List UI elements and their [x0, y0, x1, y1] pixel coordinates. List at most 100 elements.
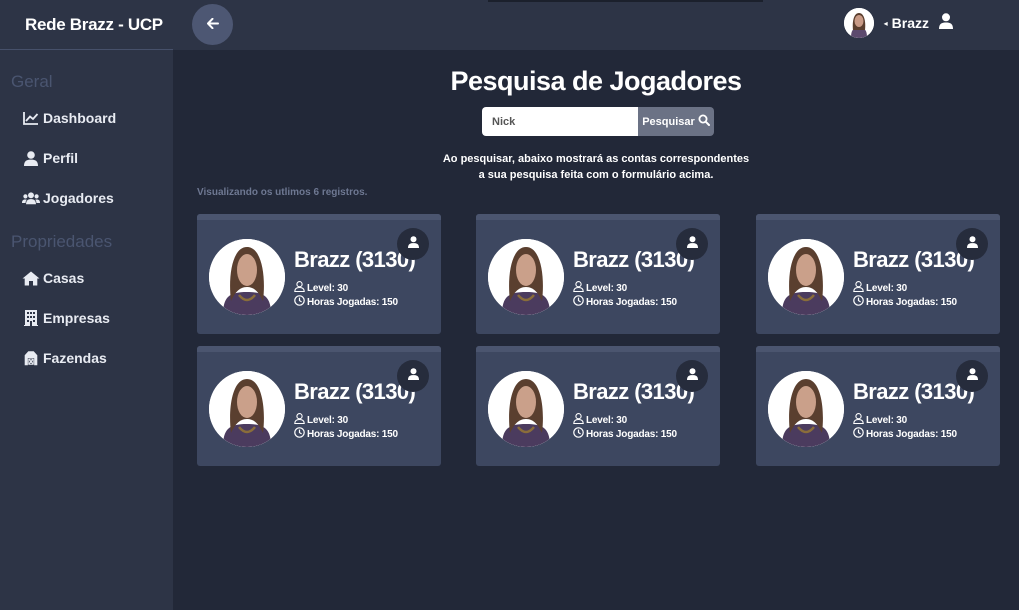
player-hours: Horas Jogadas: 150: [573, 295, 677, 309]
view-profile-button[interactable]: [956, 360, 988, 392]
player-name: Brazz (3130): [853, 379, 975, 404]
user-level-icon: [573, 281, 584, 295]
search-button-label: Pesquisar: [642, 115, 695, 128]
player-hours: Horas Jogadas: 150: [294, 295, 398, 309]
clock-icon: [853, 427, 864, 441]
view-profile-button[interactable]: [676, 360, 708, 392]
topbar: ◂ Brazz: [173, 0, 1019, 50]
clock-icon: [294, 427, 305, 441]
search-help-text: Ao pesquisar, abaixo mostrará as contas …: [173, 151, 1019, 183]
clock-icon: [573, 295, 584, 309]
player-hours: Horas Jogadas: 150: [573, 427, 677, 441]
chart-line-icon: [22, 110, 40, 126]
avatar: [843, 8, 874, 38]
card-header-strip: [476, 346, 720, 352]
barn-icon: [22, 350, 40, 366]
house-icon: [22, 270, 40, 286]
view-profile-button[interactable]: [676, 228, 708, 260]
sidebar-item-label: Fazendas: [43, 350, 107, 366]
search-icon: [698, 114, 710, 129]
user-level-icon: [294, 413, 305, 427]
sidebar-item-dashboard[interactable]: Dashboard: [0, 98, 173, 138]
player-level-text: Level: 30: [586, 414, 628, 426]
view-profile-button[interactable]: [397, 228, 429, 260]
sidebar-item-label: Casas: [43, 270, 85, 286]
player-level: Level: 30: [853, 413, 907, 427]
player-card: Brazz (3130) Level: 30 Horas Jogadas: 150: [197, 346, 441, 466]
user-icon: [966, 367, 978, 385]
player-avatar: [209, 371, 285, 447]
player-level-text: Level: 30: [586, 282, 628, 294]
user-icon: [407, 235, 419, 253]
brand-title[interactable]: Rede Brazz - UCP: [0, 0, 173, 50]
section-title-general: Geral: [11, 72, 53, 91]
view-profile-button[interactable]: [956, 228, 988, 260]
user-name: ◂ Brazz: [884, 15, 929, 31]
top-divider: [488, 0, 763, 2]
sidebar: Rede Brazz - UCP Geral Dashboard Perfil …: [0, 0, 173, 610]
clock-icon: [294, 295, 305, 309]
player-avatar: [488, 239, 564, 315]
player-avatar: [488, 371, 564, 447]
sidebar-item-perfil[interactable]: Perfil: [0, 138, 173, 178]
section-title-properties: Propriedades: [11, 232, 113, 251]
user-icon: [686, 367, 698, 385]
search-form: Pesquisar: [482, 107, 714, 136]
player-level: Level: 30: [573, 281, 627, 295]
clock-icon: [853, 295, 864, 309]
user-icon: [686, 235, 698, 253]
arrow-left-icon: [206, 16, 219, 34]
user-level-icon: [853, 281, 864, 295]
view-profile-button[interactable]: [397, 360, 429, 392]
player-level: Level: 30: [853, 281, 907, 295]
records-count-text: Visualizando os utlimos 6 registros.: [197, 187, 368, 198]
player-name: Brazz (3130): [294, 247, 416, 272]
help-line: Ao pesquisar, abaixo mostrará as contas …: [442, 153, 750, 165]
player-level: Level: 30: [573, 413, 627, 427]
player-hours-text: Horas Jogadas: 150: [866, 296, 957, 308]
user-menu[interactable]: ◂ Brazz: [843, 8, 953, 38]
player-level: Level: 30: [294, 413, 348, 427]
player-level-text: Level: 30: [307, 282, 349, 294]
card-header-strip: [197, 346, 441, 352]
sidebar-item-label: Empresas: [43, 310, 110, 326]
user-level-icon: [573, 413, 584, 427]
player-level-text: Level: 30: [866, 282, 908, 294]
sidebar-item-jogadores[interactable]: Jogadores: [0, 178, 173, 218]
sidebar-item-fazendas[interactable]: Fazendas: [0, 338, 173, 378]
player-level: Level: 30: [294, 281, 348, 295]
sidebar-item-label: Dashboard: [43, 110, 117, 126]
player-avatar: [768, 239, 844, 315]
player-hours: Horas Jogadas: 150: [853, 295, 957, 309]
player-name: Brazz (3130): [573, 379, 695, 404]
user-icon[interactable]: [939, 12, 953, 34]
search-button[interactable]: Pesquisar: [638, 107, 714, 136]
player-card: Brazz (3130) Level: 30 Horas Jogadas: 150: [756, 346, 1000, 466]
player-hours-text: Horas Jogadas: 150: [586, 296, 677, 308]
player-hours-text: Horas Jogadas: 150: [307, 296, 398, 308]
card-header-strip: [756, 346, 1000, 352]
player-hours-text: Horas Jogadas: 150: [307, 428, 398, 440]
card-header-strip: [476, 214, 720, 220]
player-hours: Horas Jogadas: 150: [294, 427, 398, 441]
player-level-text: Level: 30: [307, 414, 349, 426]
user-icon: [22, 150, 40, 166]
user-level-icon: [853, 413, 864, 427]
sidebar-item-empresas[interactable]: Empresas: [0, 298, 173, 338]
player-avatar: [768, 371, 844, 447]
player-avatar: [209, 239, 285, 315]
player-hours-text: Horas Jogadas: 150: [586, 428, 677, 440]
card-header-strip: [756, 214, 1000, 220]
user-icon: [966, 235, 978, 253]
user-name-label: Brazz: [891, 15, 929, 31]
search-input[interactable]: [482, 107, 638, 136]
help-line: a sua pesquisa feita com o formulário ac…: [478, 169, 714, 181]
player-card: Brazz (3130) Level: 30 Horas Jogadas: 150: [197, 214, 441, 334]
sidebar-item-casas[interactable]: Casas: [0, 258, 173, 298]
back-button[interactable]: [192, 4, 233, 45]
player-name: Brazz (3130): [573, 247, 695, 272]
player-hours-text: Horas Jogadas: 150: [866, 428, 957, 440]
player-name: Brazz (3130): [294, 379, 416, 404]
user-icon: [407, 367, 419, 385]
sidebar-item-label: Jogadores: [43, 190, 114, 206]
